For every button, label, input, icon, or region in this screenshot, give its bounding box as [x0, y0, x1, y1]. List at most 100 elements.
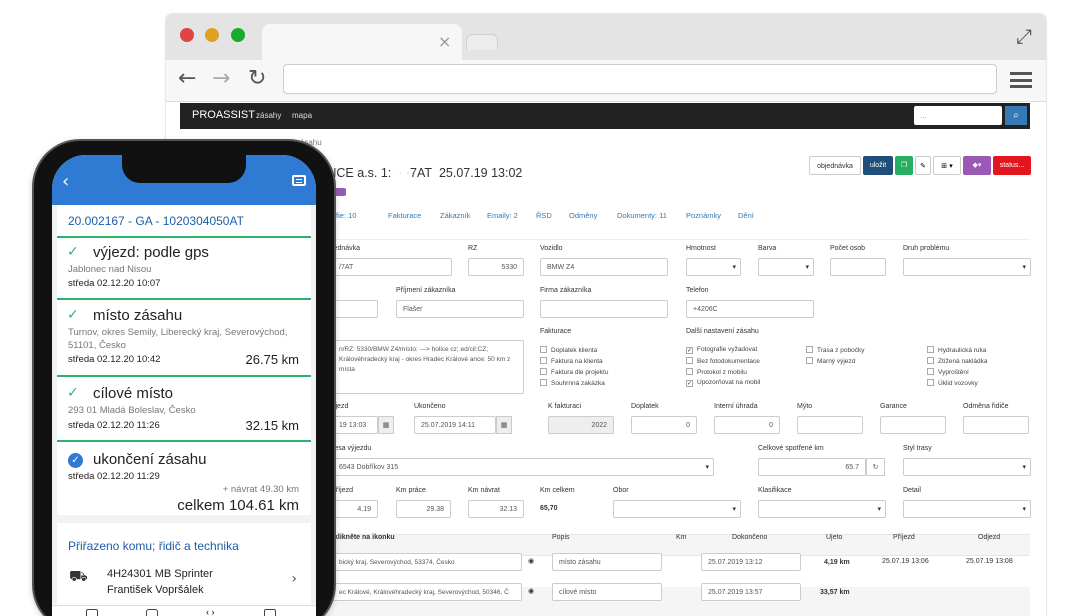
- checkbox-trasa[interactable]: Trasa z pobočky: [806, 346, 864, 354]
- jmeno-field[interactable]: [332, 300, 378, 318]
- row-dokonceno-field[interactable]: 25.07.2019 13:57: [701, 583, 801, 601]
- odmena-label: Odměna řidiče: [963, 403, 1009, 410]
- chat-icon[interactable]: [292, 175, 306, 186]
- order-id[interactable]: 20.002167 - GA - 1020304050AT: [68, 214, 244, 228]
- tab-emaily[interactable]: Emaily: 2: [487, 211, 518, 220]
- status-button[interactable]: status...: [993, 156, 1031, 175]
- tag-dropdown-icon[interactable]: ◆▾: [963, 156, 991, 175]
- km-prace-field[interactable]: 29.38: [396, 500, 451, 518]
- garance-field[interactable]: [880, 416, 946, 434]
- ukonceno-label: Ukončeno: [414, 403, 446, 410]
- copy-icon[interactable]: ❐: [895, 156, 913, 175]
- nav-mapa[interactable]: mapa: [292, 111, 312, 120]
- odmena-field[interactable]: [963, 416, 1029, 434]
- back-icon[interactable]: ‹: [62, 171, 69, 192]
- row-popis-field[interactable]: místo zásahu: [552, 553, 662, 571]
- checkbox-faktura-klient[interactable]: Faktura na klienta: [540, 357, 603, 365]
- reload-icon[interactable]: ↻: [248, 66, 266, 91]
- checkbox-vyprosteni[interactable]: Vyproštění: [927, 368, 969, 376]
- vozidlo-field[interactable]: BMW Z4: [540, 258, 668, 276]
- vyjezd-field[interactable]: 19 13:03: [332, 416, 378, 434]
- tab-dokumenty[interactable]: Dokumenty: 11: [617, 211, 667, 220]
- adresa-select[interactable]: 6543 Dobříkov 315: [332, 458, 714, 476]
- search-input[interactable]: ...: [914, 106, 1002, 125]
- prijmeni-field[interactable]: Flašer: [396, 300, 524, 318]
- refresh-icon[interactable]: ↻: [866, 458, 885, 476]
- hmotnost-select[interactable]: [686, 258, 741, 276]
- calendar-icon[interactable]: ▦: [496, 416, 512, 434]
- row-popis-field[interactable]: cílové místo: [552, 583, 662, 601]
- chevron-right-icon[interactable]: ›: [291, 571, 297, 587]
- detail-label: Detail: [903, 487, 921, 494]
- edit-icon[interactable]: ✎: [915, 156, 931, 175]
- checkbox-doplatek[interactable]: Doplatek klienta: [540, 346, 597, 354]
- rz-field[interactable]: 5330: [468, 258, 524, 276]
- km-prijezd-field[interactable]: 4.19: [332, 500, 378, 518]
- klasifikace-select[interactable]: [758, 500, 886, 518]
- ukonceno-field[interactable]: 25.07.2019 14:11: [414, 416, 496, 434]
- note-textarea[interactable]: n/RZ: 5330/BMW Z4/místo: ---> holice cz;…: [332, 340, 524, 394]
- close-tab-icon[interactable]: ×: [438, 32, 451, 51]
- celkove-km-field[interactable]: 65.7: [758, 458, 866, 476]
- forward-icon[interactable]: →: [212, 66, 230, 91]
- tab-odmeny[interactable]: Odměny: [569, 211, 597, 220]
- browser-titlebar: × ⤢: [166, 14, 1046, 60]
- calendar-icon[interactable]: ▦: [378, 416, 394, 434]
- document-tab-icon[interactable]: [264, 609, 276, 616]
- row-address-field[interactable]: ec Králové, Královéhradecký kraj, Severo…: [332, 583, 522, 601]
- firma-field[interactable]: [540, 300, 668, 318]
- checkbox-bez-foto[interactable]: Bez fotodokumentace: [686, 357, 760, 365]
- myto-field[interactable]: [797, 416, 863, 434]
- checkbox-ztizena[interactable]: Ztížená nakládka: [927, 357, 988, 365]
- tab-poznamky[interactable]: Poznámky: [686, 211, 721, 220]
- checkbox-faktura-projekt[interactable]: Faktura dle projektu: [540, 368, 608, 376]
- interni-uhrada-field[interactable]: 0: [714, 416, 780, 434]
- checkbox-uklid[interactable]: Úklid vozovky: [927, 379, 978, 387]
- vehicle-row[interactable]: 4H24301 MB Sprinter František Vopršálek: [107, 567, 213, 599]
- pocet-osob-field[interactable]: [830, 258, 886, 276]
- phone-tab-icon[interactable]: [86, 609, 98, 616]
- detail-select[interactable]: [903, 500, 1031, 518]
- save-button[interactable]: uložit: [863, 156, 893, 175]
- checkbox-protokol[interactable]: Protokol z mobilu: [686, 368, 747, 376]
- km-navrat-field[interactable]: 32.13: [468, 500, 524, 518]
- mobile-tabbar: ‹ ›: [52, 605, 316, 616]
- nav-zasahy[interactable]: zásahy: [256, 111, 281, 120]
- checkbox-hydraulika[interactable]: Hydraulická ruka: [927, 346, 986, 354]
- browser-menu-icon[interactable]: [1010, 72, 1032, 88]
- objednavka-button[interactable]: objednávka: [809, 156, 861, 175]
- doplatek-field[interactable]: 0: [631, 416, 697, 434]
- globe-icon[interactable]: ◉: [528, 587, 534, 595]
- camera-tab-icon[interactable]: [146, 609, 158, 616]
- tab-fakturace[interactable]: Fakturace: [388, 211, 421, 220]
- maximize-window-button[interactable]: [231, 28, 245, 42]
- minimize-window-button[interactable]: [205, 28, 219, 42]
- row-address-field[interactable]: bický kraj, Severovýchod, 53374, Česko: [332, 553, 522, 571]
- telefon-field[interactable]: +4206C: [686, 300, 814, 318]
- globe-icon[interactable]: ◉: [528, 557, 534, 565]
- objednavka-field[interactable]: /7AT: [332, 258, 452, 276]
- checkbox-foto[interactable]: ✓ Fotografie vyžadovat: [686, 346, 757, 354]
- address-bar[interactable]: [283, 64, 997, 94]
- close-window-button[interactable]: [180, 28, 194, 42]
- tab-zakaznik[interactable]: Zákazník: [440, 211, 470, 220]
- styl-trasy-select[interactable]: [903, 458, 1031, 476]
- obor-select[interactable]: [613, 500, 741, 518]
- checkbox-marny[interactable]: Marný výjezd: [806, 357, 855, 365]
- checkbox-souhrnna[interactable]: Souhrnná zakázka: [540, 379, 605, 387]
- back-icon[interactable]: ←: [178, 66, 196, 91]
- row-dokonceno-field[interactable]: 25.07.2019 13:12: [701, 553, 801, 571]
- search-icon[interactable]: ⌕: [1005, 106, 1027, 125]
- tab-rsd[interactable]: ŘSD: [536, 211, 552, 220]
- druh-problemu-select[interactable]: [903, 258, 1031, 276]
- browser-tab[interactable]: [262, 24, 462, 60]
- tab-deni[interactable]: Dění: [738, 211, 754, 220]
- app-navbar: PROASSIST zásahy mapa ... ⌕: [180, 103, 1030, 129]
- new-tab-button[interactable]: [466, 34, 498, 50]
- fullscreen-icon[interactable]: ⤢: [1016, 24, 1032, 48]
- barva-select[interactable]: [758, 258, 814, 276]
- checkbox-upozornovat[interactable]: ✓ Upozorňovat na mobil: [686, 379, 760, 387]
- add-dropdown-icon[interactable]: ⊞ ▾: [933, 156, 961, 175]
- code-tab-icon[interactable]: ‹ ›: [206, 607, 218, 616]
- brand-logo[interactable]: PROASSIST: [192, 109, 255, 121]
